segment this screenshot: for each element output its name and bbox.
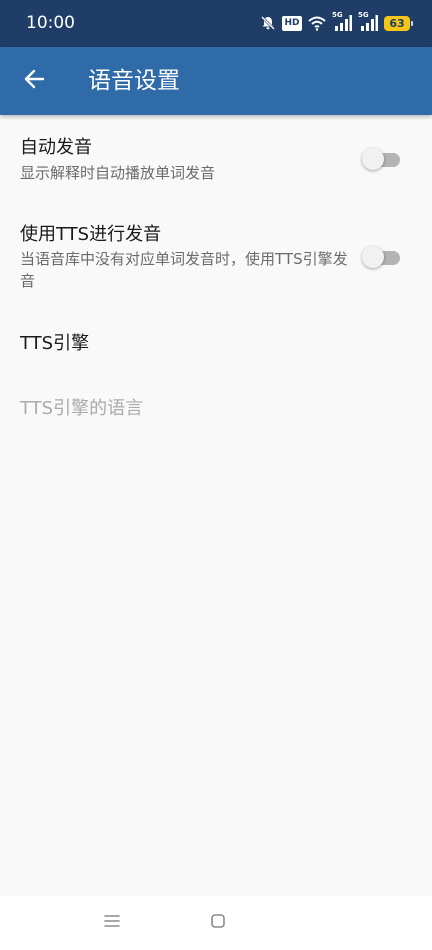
setting-summary: 显示解释时自动播放单词发音 bbox=[20, 164, 216, 182]
home-square-icon bbox=[210, 913, 226, 933]
setting-title: 使用TTS进行发音 bbox=[20, 224, 162, 245]
setting-tts-language: TTS引擎的语言 bbox=[0, 376, 432, 442]
signal-icon: 5G bbox=[358, 11, 378, 32]
setting-title: 自动发音 bbox=[20, 137, 92, 158]
status-icons: HD 5G 5G 63 bbox=[260, 11, 413, 34]
toggle-thumb bbox=[362, 246, 384, 268]
toggle-thumb bbox=[362, 148, 384, 170]
setting-title: TTS引擎的语言 bbox=[20, 398, 144, 419]
network-type-label: 5G bbox=[332, 11, 343, 19]
battery-icon: 63 bbox=[384, 15, 413, 31]
status-bar: 10:00 HD 5G 5G 63 bbox=[0, 0, 432, 47]
setting-summary: 当语音库中没有对应单词发音时，使用TTS引擎发音 bbox=[20, 250, 348, 290]
arrow-left-icon bbox=[23, 68, 45, 94]
back-button[interactable] bbox=[14, 61, 54, 101]
app-bar: 语音设置 bbox=[0, 47, 432, 115]
status-time: 10:00 bbox=[26, 13, 75, 33]
setting-title: TTS引擎 bbox=[20, 333, 90, 354]
screen: 10:00 HD 5G 5G 63 语音设置 自动发音 显示解释时自动播放单词发… bbox=[0, 0, 432, 950]
bell-muted-icon bbox=[260, 15, 276, 31]
hd-icon: HD bbox=[282, 15, 302, 31]
network-type-label: 5G bbox=[358, 11, 369, 19]
use-tts-toggle[interactable] bbox=[362, 245, 400, 268]
auto-pronounce-toggle[interactable] bbox=[362, 147, 400, 170]
menu-button[interactable] bbox=[99, 910, 125, 936]
page-title: 语音设置 bbox=[88, 68, 180, 94]
wifi-icon bbox=[308, 16, 326, 31]
menu-icon bbox=[103, 913, 121, 933]
setting-auto-pronounce[interactable]: 自动发音 显示解释时自动播放单词发音 bbox=[0, 115, 432, 203]
home-button[interactable] bbox=[205, 910, 231, 936]
setting-tts-engine[interactable]: TTS引擎 bbox=[0, 310, 432, 376]
signal-icon: 5G bbox=[332, 11, 352, 32]
setting-use-tts[interactable]: 使用TTS进行发音 当语音库中没有对应单词发音时，使用TTS引擎发音 bbox=[0, 203, 432, 310]
navigation-bar bbox=[0, 896, 432, 950]
